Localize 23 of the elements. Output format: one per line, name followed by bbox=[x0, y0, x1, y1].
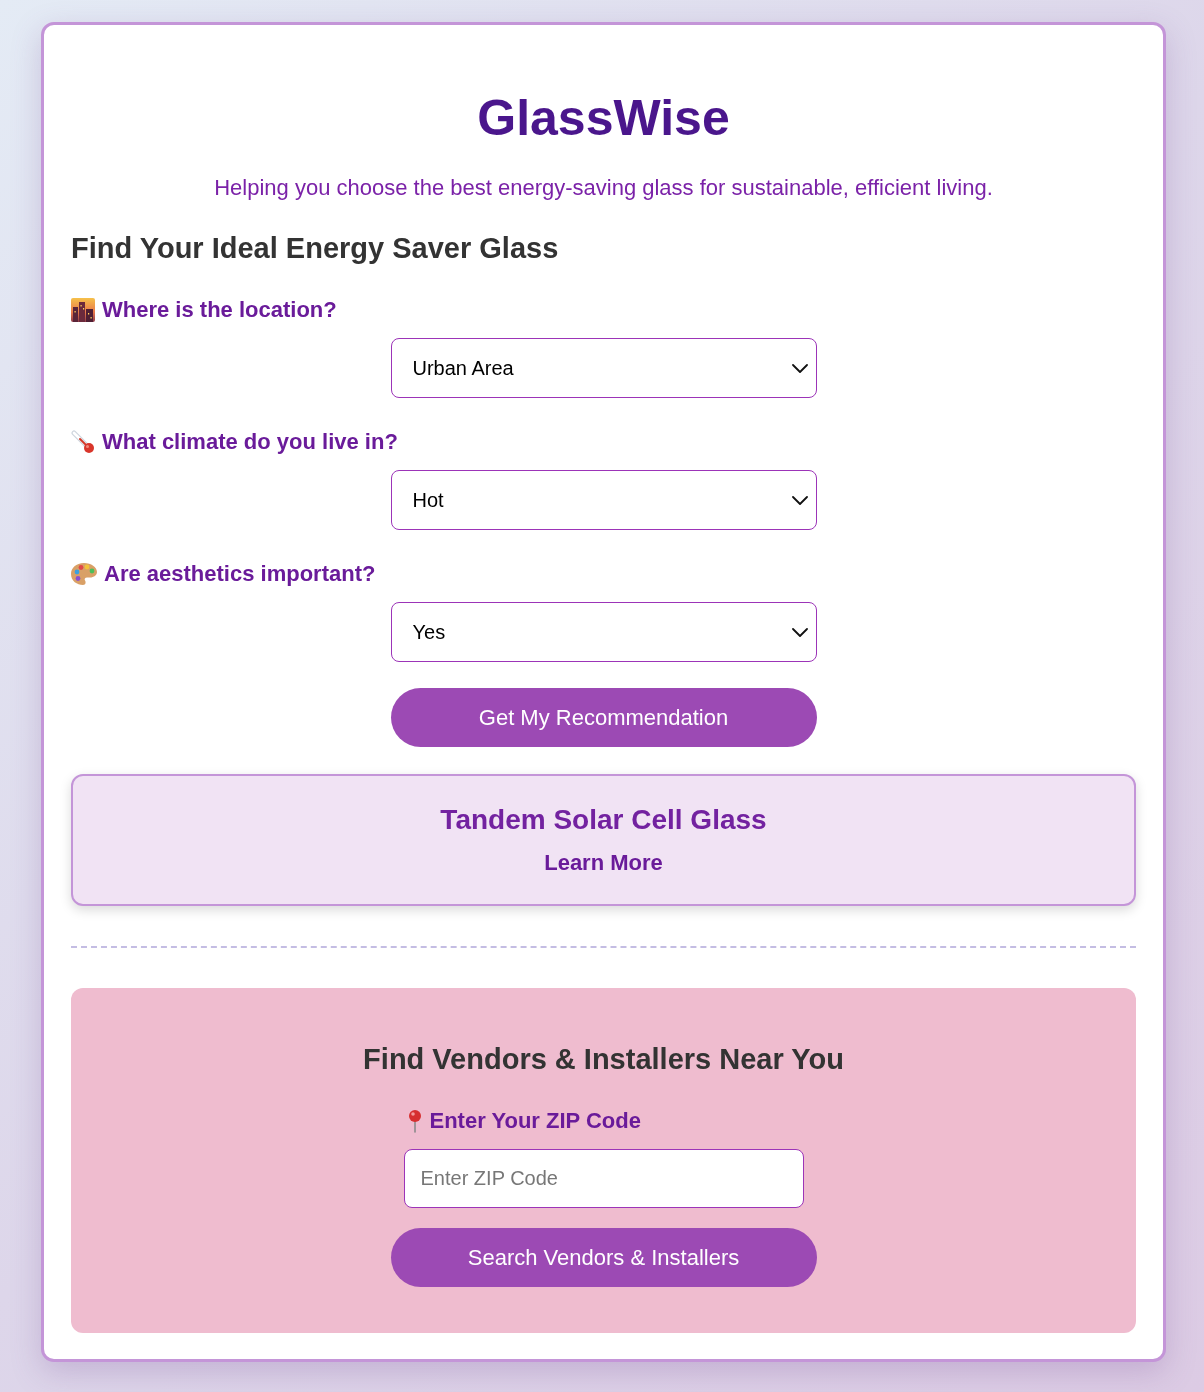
section-heading: Find Your Ideal Energy Saver Glass bbox=[71, 231, 560, 265]
tagline: Helping you choose the best energy-saving glass for sustainable, efficient living. bbox=[213, 175, 994, 201]
question-label: Are aesthetics important? bbox=[104, 561, 376, 587]
question-label: Where is the location? bbox=[102, 297, 337, 323]
pin-icon bbox=[406, 1109, 423, 1133]
palette-icon bbox=[71, 562, 97, 586]
chevron-down-icon bbox=[791, 627, 808, 637]
search-button[interactable]: Search Vendors & Installers bbox=[390, 1228, 817, 1287]
learn-more-link[interactable]: Learn More bbox=[544, 850, 663, 876]
question-label: What climate do you live in? bbox=[102, 429, 398, 455]
chevron-down-icon bbox=[791, 363, 808, 373]
city-skyline-icon bbox=[71, 298, 95, 322]
thermometer-icon bbox=[71, 430, 95, 454]
vendor-heading: Find Vendors & Installers Near You bbox=[362, 1042, 845, 1076]
app-title: GlassWise bbox=[476, 89, 731, 148]
recommendation-title: Tandem Solar Cell Glass bbox=[440, 804, 767, 836]
zip-code-field[interactable]: Enter ZIP Code bbox=[403, 1149, 804, 1208]
dropdown-select[interactable]: Yes bbox=[390, 602, 817, 662]
zip-label: Enter Your ZIP Code bbox=[429, 1108, 641, 1134]
dropdown-select[interactable]: Hot bbox=[390, 470, 817, 530]
dropdown-select[interactable]: Urban Area bbox=[390, 338, 817, 398]
chevron-down-icon bbox=[791, 495, 808, 505]
recommendation-button[interactable]: Get My Recommendation bbox=[390, 688, 817, 747]
